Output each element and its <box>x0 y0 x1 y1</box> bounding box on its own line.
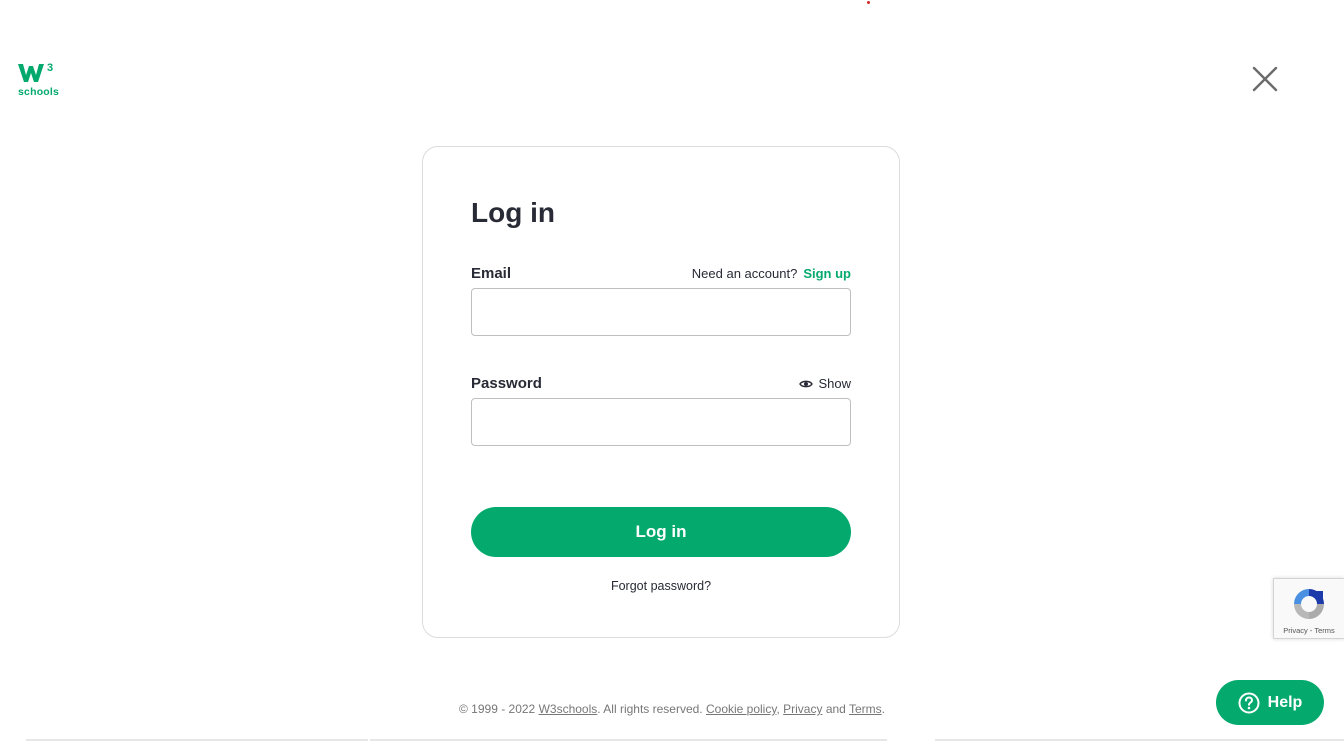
password-input[interactable] <box>471 398 851 446</box>
recaptcha-terms-link[interactable]: Terms <box>1314 626 1334 635</box>
need-account-text: Need an account? <box>691 266 798 281</box>
show-password-toggle[interactable]: Show <box>799 376 851 391</box>
help-label: Help <box>1267 693 1303 711</box>
footer-period: . <box>881 702 885 716</box>
footer-cookie-link[interactable]: Cookie policy <box>706 702 776 716</box>
question-circle-icon <box>1238 692 1260 713</box>
signup-link[interactable]: Sign up <box>803 266 851 281</box>
recaptcha-badge[interactable]: Privacy - Terms <box>1273 578 1344 639</box>
recaptcha-logo-icon <box>1294 589 1324 619</box>
login-page: 3 schools Log in Email Need an account? S… <box>0 0 1344 741</box>
footer-and: and <box>822 702 849 716</box>
footer-w3schools-link[interactable]: W3schools <box>539 702 598 716</box>
email-input[interactable] <box>471 288 851 336</box>
login-title: Log in <box>471 197 555 228</box>
recaptcha-privacy-link[interactable]: Privacy <box>1283 626 1308 635</box>
forgot-password-link[interactable]: Forgot password? <box>423 579 899 593</box>
recaptcha-links: Privacy - Terms <box>1274 626 1344 635</box>
footer-terms-link[interactable]: Terms <box>849 702 882 716</box>
eye-icon <box>799 380 814 387</box>
login-button[interactable]: Log in <box>471 507 851 557</box>
footer-rights: . All rights reserved. <box>597 702 706 716</box>
email-label: Email <box>471 265 512 282</box>
red-dot <box>867 1 870 4</box>
show-label: Show <box>818 376 851 391</box>
help-button[interactable]: Help <box>1216 680 1324 725</box>
password-label: Password <box>471 375 542 392</box>
w3schools-logo[interactable]: 3 schools <box>17 60 61 100</box>
signup-row: Need an account? Sign up <box>692 266 851 281</box>
login-card: Log in Email Need an account? Sign up Pas… <box>422 146 900 638</box>
logo-superscript: 3 <box>47 62 53 74</box>
logo-text: schools <box>18 86 60 98</box>
close-button[interactable] <box>1252 66 1278 92</box>
footer: © 1999 - 2022 W3schools. All rights rese… <box>0 702 1344 716</box>
footer-privacy-link[interactable]: Privacy <box>783 702 822 716</box>
w3-logo-icon: 3 <box>18 62 53 82</box>
close-icon <box>1252 66 1278 92</box>
footer-copyright: © 1999 - 2022 <box>459 702 539 716</box>
